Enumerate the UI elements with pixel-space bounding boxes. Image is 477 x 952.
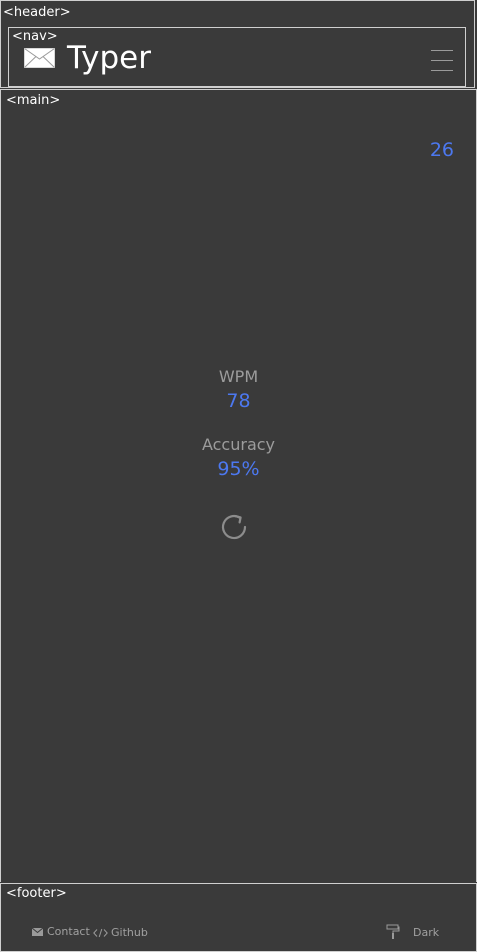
envelope-icon — [24, 48, 55, 68]
wpm-label: WPM — [218, 367, 259, 386]
navbar: <nav> Typer — [8, 27, 466, 87]
theme-label: Dark — [413, 925, 440, 939]
nav-tag-label: <nav> — [12, 29, 58, 44]
contact-link[interactable]: Contact — [32, 925, 90, 938]
countdown-timer: 26 — [429, 139, 454, 161]
main-tag-label: <main> — [6, 93, 61, 108]
github-label: Github — [111, 926, 148, 939]
code-icon — [93, 928, 108, 937]
theme-toggle-button[interactable]: Dark — [386, 924, 439, 940]
footer-tag-label: <footer> — [6, 886, 67, 901]
hamburger-menu-icon[interactable] — [431, 49, 453, 71]
accuracy-label: Accuracy — [201, 435, 276, 454]
paint-roller-icon — [386, 924, 400, 939]
wpm-value: 78 — [226, 390, 251, 412]
mail-icon — [32, 927, 43, 936]
header: <header> <nav> Typer — [0, 0, 475, 88]
header-tag-label: <header> — [3, 5, 71, 20]
main-area: <main> 26 WPM 78 Accuracy 95% — [0, 89, 477, 882]
accuracy-value: 95% — [217, 458, 260, 480]
github-link[interactable]: Github — [93, 926, 148, 939]
restart-icon[interactable] — [218, 510, 252, 544]
brand-title[interactable]: Typer — [67, 39, 151, 77]
footer: <footer> Contact Github Dark — [0, 883, 477, 952]
contact-label: Contact — [47, 925, 90, 938]
